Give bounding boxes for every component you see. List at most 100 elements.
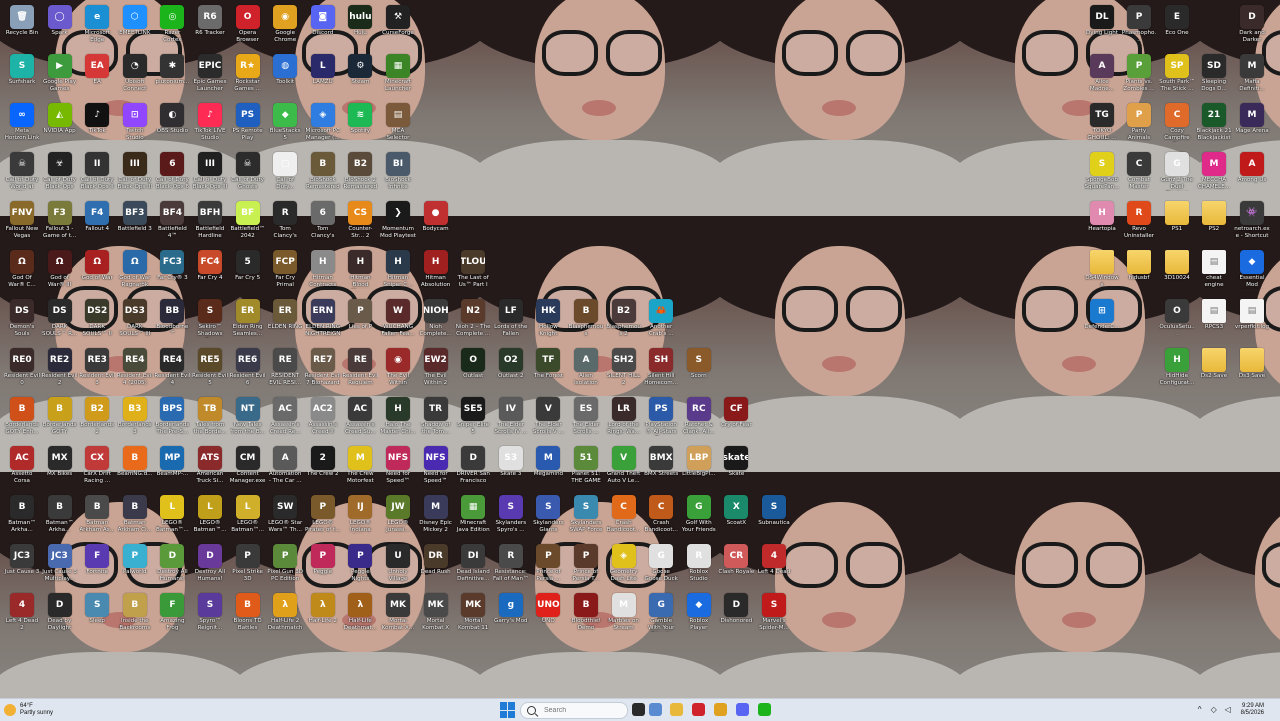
desktop-icon-razer-cortex[interactable]: ◎ Razer Cortex [154, 2, 190, 51]
desktop-icon-momentum-mod-playtest[interactable]: ❯ Momentum Mod Playtest [380, 198, 416, 247]
desktop-icon-destroy-all-humans[interactable]: D Destroy All Humans! [154, 541, 190, 590]
desktop-icon-mortal-kombat-11[interactable]: MK Mortal Kombat 11 [455, 590, 491, 639]
desktop-icon-elden-ring[interactable]: ER ELDEN RING [267, 296, 303, 345]
desktop-icon-gunz-2-the-duel-playtest[interactable]: GGunz 2 The Duel Playtest [1159, 149, 1195, 198]
desktop-icon-tiktok[interactable]: ♪ TikTok [79, 100, 115, 149]
desktop-icon-tom-clancy-s-rainbow-si[interactable]: 6Tom Clancy's Rainbow Si... [305, 198, 341, 247]
desktop-icon-battlefield-hardline[interactable]: BFH Battlefield Hardline [192, 198, 228, 247]
desktop-icon-rpcs3[interactable]: ▤ RPCS3 [1196, 296, 1232, 345]
desktop-icon-hitman-absolution[interactable]: H Hitman Absolution [418, 247, 454, 296]
desktop-icon-far-cry-3[interactable]: FC3 Far Cry® 3 [154, 247, 190, 296]
desktop-icon-ds2-save[interactable]: Ds2 Save [1196, 345, 1232, 394]
desktop-icon-sniper-elite-5[interactable]: SE5 Sniper Elite 5 [455, 394, 491, 443]
desktop-icon-surfshark[interactable]: S Surfshark [4, 51, 40, 100]
desktop-icon-wuchang-fallen-fea[interactable]: W WUCHANG Fallen Fea... [380, 296, 416, 345]
desktop-icon-resident-evil-6[interactable]: RE6 Resident Evil 6 [230, 345, 266, 394]
desktop-icon-palworld[interactable]: P Palworld [117, 541, 153, 590]
desktop-icon-playstation-all-stars-ba[interactable]: PSPlayStation® All-Stars Ba... [643, 394, 679, 443]
desktop-icon-recycle-bin[interactable]: 🗑 Recycle Bin [4, 2, 40, 51]
desktop-icon-bioshock-2-remastered[interactable]: B2 BioShock 2 Remastered [342, 149, 378, 198]
desktop-icon-destroy-all-humans[interactable]: D Destroy All Humans! [192, 541, 228, 590]
desktop-icon-minecraft-launcher[interactable]: ▦ Minecraft Launcher [380, 51, 416, 100]
desktop-icon-shadow-of-the-tom[interactable]: TR Shadow of the Tom... [418, 394, 454, 443]
desktop-icon-epic-games-launcher[interactable]: EPIC Epic Games Launcher [192, 51, 228, 100]
desktop-icon-lego-batman[interactable]: L LEGO® Batman™... [154, 492, 190, 541]
desktop-icon-alice-madne[interactable]: A Alice Madne... [1084, 51, 1120, 100]
desktop-icon-call-of-duty-black-ops-6[interactable]: 6 Call of Duty Black Ops 6 [154, 149, 190, 198]
desktop-icon-dead-by-daylight[interactable]: D Dead by Daylight [42, 590, 78, 639]
desktop-icon-grand-theft-auto-v-le[interactable]: V Grand Theft Auto V Le... [606, 443, 642, 492]
desktop-icon-area[interactable]: 🗑 Recycle Bin ◯ Spark e Microsoft Edge ⬡ EMEETL… [0, 0, 1280, 698]
desktop-icon-sekiro-shadows-d[interactable]: SSekiro™ Shadows D... [192, 296, 228, 345]
desktop-icon-far-cry-primal[interactable]: FCP Far Cry Primal [267, 247, 303, 296]
desktop-icon-ubisoft-connect[interactable]: ◔ Ubisoft Connect [117, 51, 153, 100]
desktop-icon-littlebigpl[interactable]: LBP LittleBigPl... [681, 443, 717, 492]
desktop-icon-outlast-2[interactable]: O2 Outlast 2 [493, 345, 529, 394]
desktop-icon-assassin-s-creed-su[interactable]: AC Assassin's Creed Su... [342, 394, 378, 443]
desktop-icon-the-last-of-us-part-i[interactable]: TLOU The Last of Us™ Part I [455, 247, 491, 296]
desktop-icon-lego-star-wars-th[interactable]: SW LEGO® Star Wars™ Th... [267, 492, 303, 541]
desktop-icon-pixel-gun-3d-pc-edition[interactable]: P Pixel Gun 3D PC Edition [267, 541, 303, 590]
desktop-icon-peggle[interactable]: P Peggle [305, 541, 341, 590]
desktop-icon-spotify[interactable]: ≋ Spotify [342, 100, 378, 149]
desktop-icon-halo-the-master-chi[interactable]: H Halo The Master Chi... [380, 394, 416, 443]
desktop-icon-left-4-dead[interactable]: 4 Left 4 Dead [756, 541, 792, 590]
desktop-icon-call-of-duty-black-ops-iii[interactable]: III Call of Duty Black Ops III [192, 149, 228, 198]
desktop-icon-hidhide-configurat[interactable]: H HidHide Configurat... [1159, 345, 1195, 394]
desktop-icon-silent-hill-homecom[interactable]: SH Silent Hill Homecom... [643, 345, 679, 394]
desktop-icon-fortnite[interactable]: F Fortnite [79, 541, 115, 590]
desktop-icon-dark-souls-iii[interactable]: DS3 DARK SOULS™ III [117, 296, 153, 345]
desktop-icon-hulu[interactable]: hulu Hulu [342, 2, 378, 51]
desktop-icon-cheat-engine[interactable]: ▤ cheat engine [1196, 247, 1232, 296]
desktop-icon-tiktok-live-studio[interactable]: ♪ TikTok LIVE Studio [192, 100, 228, 149]
desktop-icon-crash-bandicoot[interactable]: C Crash Bandicoot... [606, 492, 642, 541]
taskbar-task-view-icon[interactable] [632, 703, 645, 716]
desktop-icon-battlefield-4[interactable]: BF4 Battlefield 4™ [154, 198, 190, 247]
desktop-icon-need-for-speed-heat[interactable]: NFSNeed for Speed™ Heat [418, 443, 454, 492]
desktop-icon-borderlands-the-pre-s[interactable]: BPS Borderlands The Pre-S... [154, 394, 190, 443]
desktop-icon-elden-ring-seamles[interactable]: ER Elden Ring Seamles... [230, 296, 266, 345]
desktop-icon-driver-san-francisco[interactable]: D DRIVER San Francisco [455, 443, 491, 492]
desktop-icon-pixel-strike-3d[interactable]: P Pixel Strike 3D [230, 541, 266, 590]
taskbar-file-explorer-icon[interactable] [670, 703, 683, 716]
desktop-icon-god-of-war-ragnar-k[interactable]: Ω God of War Ragnarök [117, 247, 153, 296]
desktop-icon-lego-indiana-jon[interactable]: IJLEGO® Indiana Jon... [342, 492, 378, 541]
desktop-icon-mortal-kombat-x[interactable]: MK Mortal Kombat X... [380, 590, 416, 639]
desktop-icon-just-cause-3[interactable]: JC3 Just Cause 3 [4, 541, 40, 590]
desktop-icon-cry-of-fear[interactable]: CF Cry of Fear [718, 394, 754, 443]
desktop-icon-the-crew-motorfest[interactable]: M The Crew Motorfest [342, 443, 378, 492]
desktop-icon-just-cause-3-multiplay[interactable]: JC3 Just Cause 3 Multiplay... [42, 541, 78, 590]
desktop-icon-batman-arkham-as[interactable]: B Batman Arkham As... [79, 492, 115, 541]
desktop-icon-nvidia-app[interactable]: ◭ NVIDIA App [42, 100, 78, 149]
desktop-icon-new-tales-from-the-b[interactable]: NT New Tales from the B... [230, 394, 266, 443]
desktop-icon-meta-horizon-link[interactable]: ∞ Meta Horizon Link [4, 100, 40, 149]
desktop-icon-garry-s-mod[interactable]: g Garry's Mod [493, 590, 529, 639]
desktop-icon-batman-arkha[interactable]: B Batman™ Arkha... [42, 492, 78, 541]
desktop-icon-half-life-deathmat[interactable]: λ Half-Life Deathmat... [342, 590, 378, 639]
desktop-icon-outlast[interactable]: O Outlast [455, 345, 491, 394]
desktop-icon-prince-of-persia[interactable]: P Prince of Persia ... [530, 541, 566, 590]
desktop-icon-skate[interactable]: skate Skate [718, 443, 754, 492]
desktop-icon-twitch-studio[interactable]: ⊡ Twitch Studio [117, 100, 153, 149]
desktop-icon-bloodthief-demo[interactable]: B Bloodthief Demo [568, 590, 604, 639]
desktop-icon-peggle-nights[interactable]: P Peggle Nights [342, 541, 378, 590]
taskbar-razer-icon[interactable] [758, 703, 771, 716]
desktop-icon-bmx-streets[interactable]: BMX BMX Streets [643, 443, 679, 492]
desktop-icon-ea[interactable]: EA EA [79, 51, 115, 100]
desktop-icon-fallout-3-game-of-t[interactable]: F3 Fallout 3 - Game of t... [42, 198, 78, 247]
desktop-icon-borderlands-goty-enh[interactable]: B Borderlands GOTY Enh... [4, 394, 40, 443]
desktop-icon-goose-goose-duck[interactable]: G Goose Goose Duck [643, 541, 679, 590]
desktop-icon-gamble-with-your-friends[interactable]: GGamble With Your Friends [643, 590, 679, 639]
desktop-icon-dead-rush[interactable]: DR Dead Rush [418, 541, 454, 590]
network-icon[interactable]: ◇ [1210, 706, 1218, 714]
desktop-icon-spyro-reignit[interactable]: S Spyro™ Reignit... [192, 590, 228, 639]
desktop-icon-resident-evil-5[interactable]: RE5 Resident Evil 5 [192, 345, 228, 394]
desktop-icon-batman-arkha[interactable]: B Batman™ Arkha... [4, 492, 40, 541]
desktop-icon-call-of-duty-black-ops-ii[interactable]: II Call of Duty Black Ops II [79, 149, 115, 198]
desktop-icon-scorn[interactable]: S Scorn [681, 345, 717, 394]
desktop-icon-roblox-studio[interactable]: R Roblox Studio [681, 541, 717, 590]
desktop-icon-battlefield-3[interactable]: BF3 Battlefield 3 [117, 198, 153, 247]
desktop-icon-borderlands-goty[interactable]: B Borderlands GOTY [42, 394, 78, 443]
desktop-icon-borderlands-2[interactable]: B2 Borderlands 2 [79, 394, 115, 443]
desktop-icon-inside-the-backrooms[interactable]: B Inside the Backrooms [117, 590, 153, 639]
